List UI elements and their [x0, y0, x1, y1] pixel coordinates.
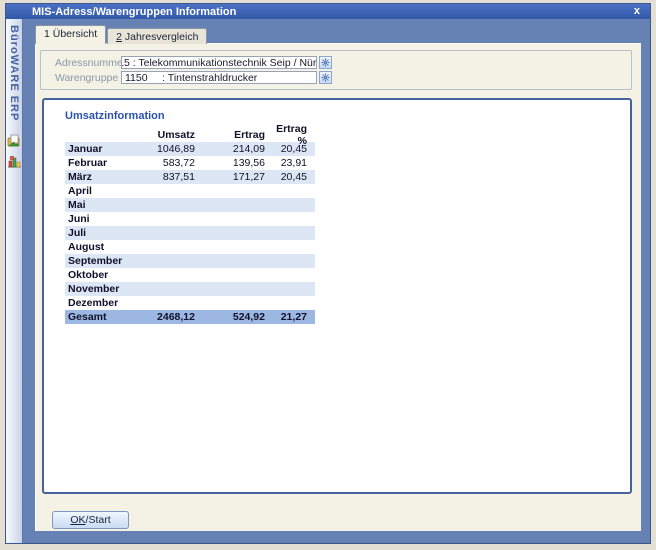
adressnummer-lookup-button[interactable]	[319, 56, 332, 69]
tab-jahresvergleich[interactable]: 2 Jahresvergleich	[107, 28, 207, 44]
table-row: Januar 1046,89 214,09 20,45	[65, 142, 315, 156]
selection-groupbox: Adressnummer 10015 : Telekommunikationst…	[40, 50, 632, 90]
tab-uebersicht[interactable]: 1 Übersicht	[35, 25, 106, 44]
umsatz-table: Umsatz Ertrag Ertrag % Januar 1046,89 21…	[65, 127, 315, 324]
ertrag-column-header: Ertrag	[195, 129, 265, 141]
table-row: August	[65, 240, 315, 254]
brand-text: BüroWARE ERP	[8, 25, 20, 121]
table-total-row: Gesamt 2468,12 524,92 21,27	[65, 310, 315, 324]
table-row: November	[65, 282, 315, 296]
ok-start-button[interactable]: OK/Start	[52, 511, 129, 529]
tab-label: Jahresvergleich	[122, 31, 198, 43]
adressnummer-label: Adressnummer	[55, 57, 121, 69]
gear-icon	[321, 58, 330, 67]
table-row: März 837,51 171,27 20,45	[65, 170, 315, 184]
title-bar: MIS-Adress/Warengruppen Information x	[6, 4, 650, 19]
tab-page-uebersicht: Adressnummer 10015 : Telekommunikationst…	[35, 43, 641, 531]
table-row: Februar 583,72 139,56 23,91	[65, 156, 315, 170]
statistics-chart-icon[interactable]	[7, 154, 22, 169]
table-row: April	[65, 184, 315, 198]
table-row: Juni	[65, 212, 315, 226]
warengruppe-label: Warengruppe	[55, 72, 121, 84]
table-row: Juli	[65, 226, 315, 240]
close-icon[interactable]: x	[634, 4, 640, 18]
table-row: September	[65, 254, 315, 268]
main-area: 1 Übersicht 2 Jahresvergleich Adressnumm…	[23, 19, 650, 543]
table-row: Dezember	[65, 296, 315, 310]
brand-sidebar: BüroWARE ERP	[6, 19, 23, 543]
app-window: MIS-Adress/Warengruppen Information x Bü…	[5, 3, 651, 544]
tab-label: Übersicht	[50, 28, 97, 40]
ok-button-rest: /Start	[86, 514, 111, 526]
warengruppe-row: Warengruppe 1150 : Tintenstrahldrucker	[55, 70, 623, 85]
tab-strip: 1 Übersicht 2 Jahresvergleich	[35, 25, 208, 44]
warengruppe-lookup-button[interactable]	[319, 71, 332, 84]
adressnummer-field[interactable]: 10015 : Telekommunikationstechnik Seip /…	[121, 56, 317, 69]
panel-title: Umsatzinformation	[65, 110, 630, 122]
table-header-row: Umsatz Ertrag Ertrag %	[65, 127, 315, 142]
adressnummer-row: Adressnummer 10015 : Telekommunikationst…	[55, 55, 623, 70]
umsatz-panel: Umsatzinformation Umsatz Ertrag Ertrag %…	[42, 98, 632, 494]
umsatz-column-header: Umsatz	[137, 129, 195, 141]
table-row: Mai	[65, 198, 315, 212]
footer-bar: OK/Start	[52, 511, 641, 529]
folder-document-icon[interactable]	[7, 133, 22, 148]
warengruppe-field[interactable]: 1150 : Tintenstrahldrucker	[121, 71, 317, 84]
ok-button-mnemonic: OK	[70, 514, 85, 526]
gear-icon	[321, 73, 330, 82]
window-title: MIS-Adress/Warengruppen Information	[32, 6, 236, 18]
table-row: Oktober	[65, 268, 315, 282]
